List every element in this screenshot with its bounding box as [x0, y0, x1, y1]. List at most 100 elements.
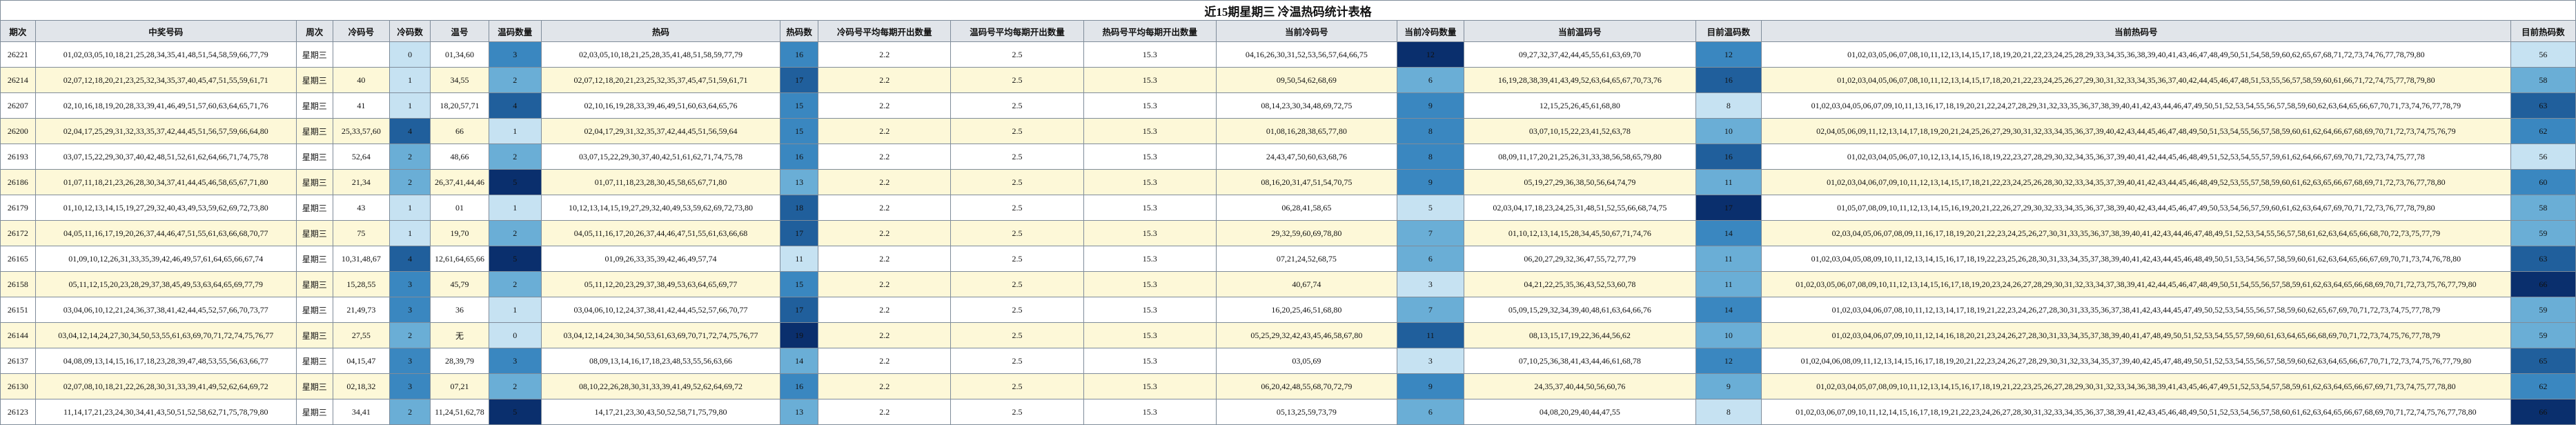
cell-warm: 07,21: [430, 373, 489, 399]
cell-hot-count: 19: [780, 322, 819, 348]
cell-avg-cold: 2.2: [818, 118, 952, 144]
cell-cur-hot: 01,02,03,04,05,07,08,09,10,11,12,13,14,1…: [1760, 373, 2511, 399]
cell-cur-cold: 16,20,25,46,51,68,80: [1215, 297, 1397, 323]
cell-cold: 21,34: [332, 169, 391, 195]
cell-avg-warm: 2.5: [950, 322, 1084, 348]
column-header-2: 周次: [295, 20, 333, 42]
table-row: 26207 02,10,16,18,19,20,28,33,39,41,46,49…: [0, 92, 2576, 119]
cell-cur-warm: 08,09,11,17,20,21,25,26,31,33,38,56,58,6…: [1463, 144, 1696, 170]
cell-cur-hot: 01,02,03,04,06,07,08,10,11,12,13,14,17,1…: [1760, 297, 2511, 323]
cell-week: 星期三: [295, 144, 333, 170]
cell-avg-cold: 2.2: [818, 144, 952, 170]
cell-cold-count: 4: [389, 246, 431, 272]
cell-cur-hot-count: 66: [2510, 399, 2576, 425]
cell-avg-cold: 2.2: [818, 41, 952, 68]
cell-week: 星期三: [295, 118, 333, 144]
cell-avg-hot: 15.3: [1083, 169, 1217, 195]
cell-cold: 10,31,48,67: [332, 246, 391, 272]
cell-cold-count: 3: [389, 271, 431, 297]
cell-week: 星期三: [295, 246, 333, 272]
cell-cur-warm: 05,09,15,29,32,34,39,40,48,61,63,64,66,7…: [1463, 297, 1696, 323]
column-header-1: 中奖号码: [35, 20, 297, 42]
cell-warm-count: 5: [488, 399, 542, 425]
cell-issue: 26186: [0, 169, 36, 195]
cold-warm-hot-stats-table: 近15期星期三 冷温热码统计表格 期次 中奖号码 周次 冷码号 冷码数 温号 温码数量 热码热…: [0, 0, 2576, 425]
cell-cold-count: 0: [389, 41, 431, 68]
cell-week: 星期三: [295, 297, 333, 323]
cell-week: 星期三: [295, 169, 333, 195]
cell-cur-cold: 05,13,25,59,73,79: [1215, 399, 1397, 425]
cell-avg-warm: 2.5: [950, 67, 1084, 93]
column-header-13: 当前冷码数量: [1396, 20, 1464, 42]
cell-cur-warm: 05,19,27,29,36,38,50,56,64,74,79: [1463, 169, 1696, 195]
cell-cur-hot-count: 65: [2510, 348, 2576, 374]
column-header-17: 目前热码数: [2510, 20, 2576, 42]
cell-avg-cold: 2.2: [818, 195, 952, 221]
cell-avg-hot: 15.3: [1083, 399, 1217, 425]
cell-warm-count: 2: [488, 271, 542, 297]
cell-avg-cold: 2.2: [818, 169, 952, 195]
cell-issue: 26137: [0, 348, 36, 374]
cell-avg-warm: 2.5: [950, 246, 1084, 272]
cell-warm-count: 1: [488, 195, 542, 221]
cell-warm: 45,79: [430, 271, 489, 297]
cell-avg-cold: 2.2: [818, 373, 952, 399]
cell-warm-count: 2: [488, 220, 542, 246]
cell-numbers: 01,07,11,18,21,23,26,28,30,34,37,41,44,4…: [35, 169, 297, 195]
table-row: 26158 05,11,12,15,20,23,28,29,37,38,45,49…: [0, 271, 2576, 297]
table-row: 26221 01,02,03,05,10,18,21,25,28,34,35,41…: [0, 41, 2576, 68]
cell-cur-hot-count: 63: [2510, 92, 2576, 119]
cell-cur-cold: 08,16,20,31,47,51,54,70,75: [1215, 169, 1397, 195]
cell-hot: 02,04,17,29,31,32,35,37,42,44,45,51,56,5…: [540, 118, 781, 144]
cell-cur-cold-count: 8: [1396, 118, 1464, 144]
cell-cur-hot: 01,02,03,04,05,06,07,08,10,11,12,13,14,1…: [1760, 67, 2511, 93]
cell-week: 星期三: [295, 195, 333, 221]
cell-avg-warm: 2.5: [950, 195, 1084, 221]
cell-cur-warm-count: 14: [1695, 220, 1762, 246]
cell-issue: 26158: [0, 271, 36, 297]
cell-cur-hot: 01,02,03,05,06,07,08,09,10,11,12,13,14,1…: [1760, 271, 2511, 297]
cell-warm-count: 2: [488, 373, 542, 399]
cell-hot: 03,04,06,10,12,24,37,38,41,42,44,45,52,5…: [540, 297, 781, 323]
cell-avg-cold: 2.2: [818, 297, 952, 323]
cell-cur-hot: 01,02,03,04,05,08,09,10,11,12,13,14,15,1…: [1760, 246, 2511, 272]
cell-week: 星期三: [295, 322, 333, 348]
cell-cur-warm-count: 16: [1695, 144, 1762, 170]
cell-avg-hot: 15.3: [1083, 144, 1217, 170]
table-row: 26214 02,07,12,18,20,21,23,25,32,34,35,37…: [0, 67, 2576, 93]
cell-cur-hot-count: 62: [2510, 373, 2576, 399]
cell-cur-warm-count: 17: [1695, 195, 1762, 221]
cell-cold-count: 3: [389, 348, 431, 374]
cell-avg-hot: 15.3: [1083, 92, 1217, 119]
cell-cur-cold-count: 7: [1396, 297, 1464, 323]
table-row: 26186 01,07,11,18,21,23,26,28,30,34,37,41…: [0, 169, 2576, 195]
cell-issue: 26221: [0, 41, 36, 68]
cell-hot-count: 14: [780, 348, 819, 374]
cell-cur-cold: 24,43,47,50,60,63,68,76: [1215, 144, 1397, 170]
cell-issue: 26165: [0, 246, 36, 272]
cell-cur-warm: 04,08,20,29,40,44,47,55: [1463, 399, 1696, 425]
cell-avg-cold: 2.2: [818, 67, 952, 93]
cell-cur-cold-count: 3: [1396, 271, 1464, 297]
cell-cur-cold: 29,32,59,60,69,78,80: [1215, 220, 1397, 246]
cell-avg-warm: 2.5: [950, 271, 1084, 297]
column-header-3: 冷码号: [332, 20, 391, 42]
column-header-0: 期次: [0, 20, 36, 42]
cell-avg-warm: 2.5: [950, 92, 1084, 119]
cell-warm-count: 2: [488, 67, 542, 93]
cell-cur-warm: 09,27,32,37,42,44,45,55,61,63,69,70: [1463, 41, 1696, 68]
cell-week: 星期三: [295, 92, 333, 119]
cell-hot: 10,12,13,14,15,19,27,29,32,40,49,53,59,6…: [540, 195, 781, 221]
cell-cur-warm: 07,10,25,36,38,41,43,44,46,61,68,78: [1463, 348, 1696, 374]
cell-avg-warm: 2.5: [950, 399, 1084, 425]
cell-avg-warm: 2.5: [950, 169, 1084, 195]
column-header-4: 冷码数: [389, 20, 431, 42]
title-row: 近15期星期三 冷温热码统计表格: [0, 0, 2576, 21]
cell-cold: 02,18,32: [332, 373, 391, 399]
cell-numbers: 03,07,15,22,29,30,37,40,42,48,51,52,61,6…: [35, 144, 297, 170]
cell-hot: 01,09,26,33,35,39,42,46,49,57,74: [540, 246, 781, 272]
cell-cur-cold-count: 6: [1396, 399, 1464, 425]
cell-avg-cold: 2.2: [818, 348, 952, 374]
cell-cold-count: 1: [389, 195, 431, 221]
column-header-11: 热码号平均每期开出数量: [1083, 20, 1217, 42]
